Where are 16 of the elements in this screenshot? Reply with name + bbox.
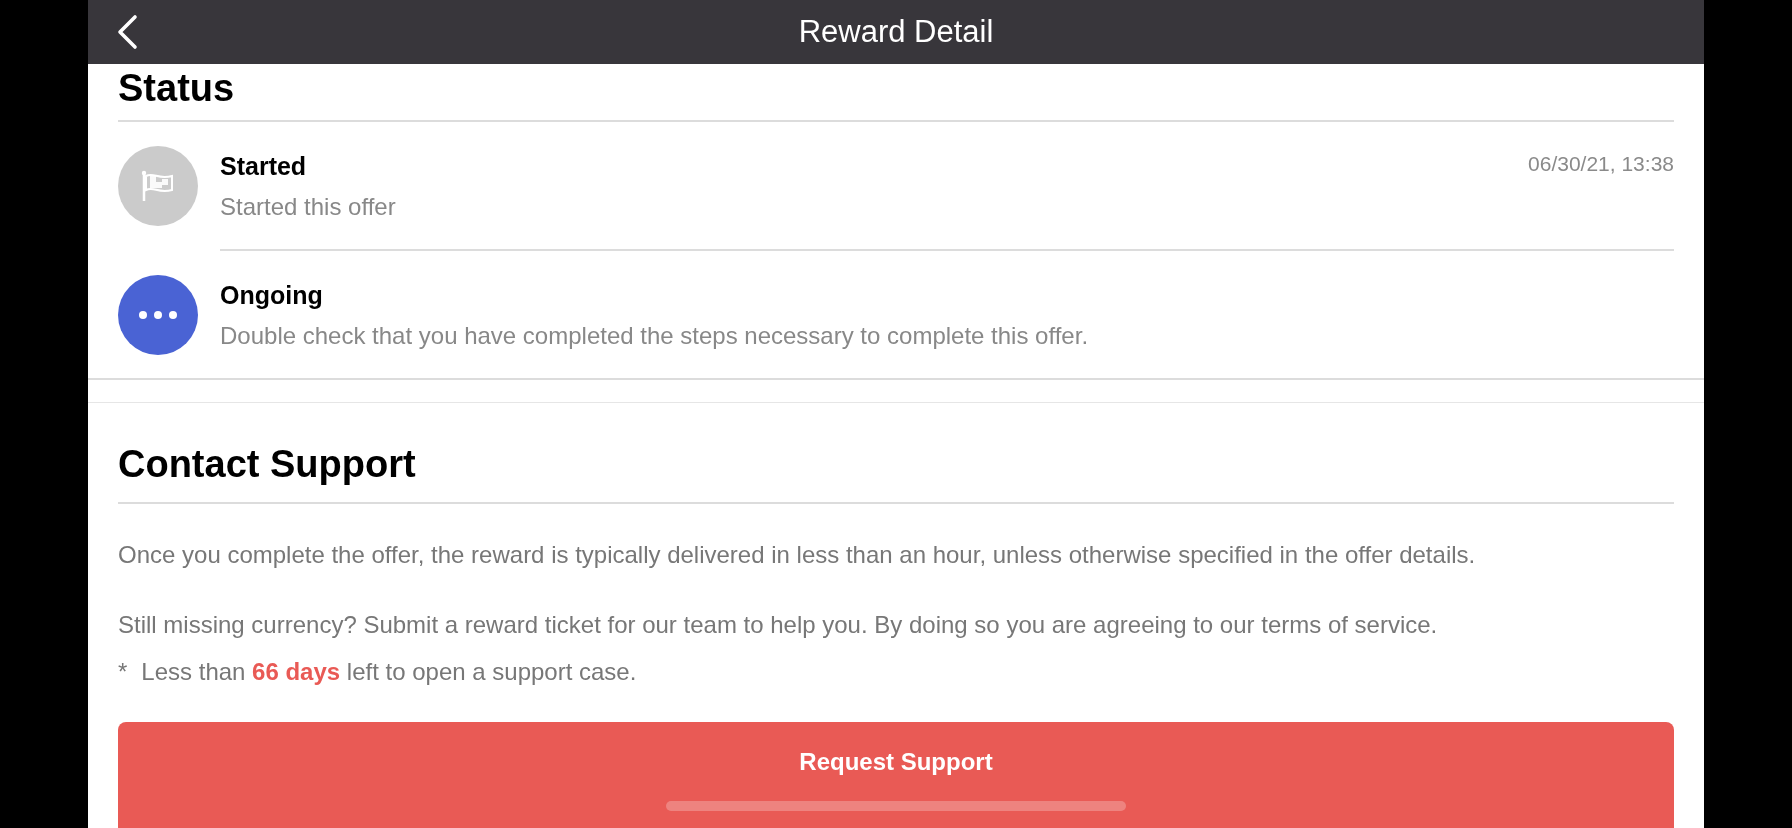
timestamp: 06/30/21, 13:38 [1528,152,1674,177]
info-paragraph: Once you complete the offer, the reward is typically delivered in less than an hour, unless otherwise specified in the offer details. [118,540,1477,570]
screen-title: Reward Detail [798,14,994,50]
note-marker: * [118,658,128,686]
section-heading: Status [118,64,1674,122]
request-support-button[interactable]: Request Support [118,722,1674,828]
status-description: Started this offer [220,193,397,221]
status-title: Started [220,152,307,181]
info-paragraph: Still missing currency? Submit a reward ticket for our team to help you. By doing so you are agreeing to our terms of service. [118,610,1439,640]
flag-icon [140,170,176,202]
status-description: Double check that you have completed the steps necessary to complete this offer. [220,322,1090,350]
section-heading: Contact Support [118,403,1674,504]
back-icon[interactable] [116,14,138,50]
more-icon [139,311,177,319]
deadline-note: Less than 66 days left to open a support case. [141,658,637,686]
status-title: Ongoing [220,281,323,310]
